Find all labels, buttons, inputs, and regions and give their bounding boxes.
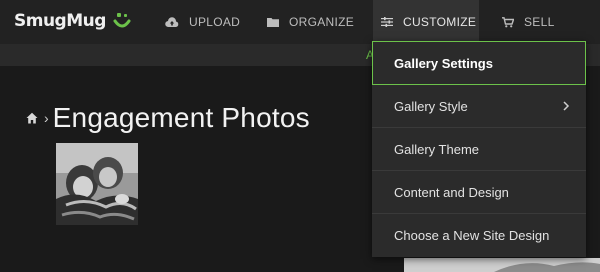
customize-dropdown-menu: Gallery Settings Gallery Style Gallery T… xyxy=(372,41,586,257)
menu-item-label: Content and Design xyxy=(394,184,509,200)
menu-item-label: Choose a New Site Design xyxy=(394,228,550,243)
nav-customize[interactable]: CUSTOMIZE xyxy=(373,0,479,44)
sliders-icon xyxy=(381,17,393,27)
menu-item-gallery-theme[interactable]: Gallery Theme xyxy=(372,128,586,171)
menu-item-gallery-settings[interactable]: Gallery Settings xyxy=(372,41,586,85)
nav-upload[interactable]: UPLOAD xyxy=(165,0,240,44)
chevron-right-icon xyxy=(563,101,570,111)
logo-text: SmugMug xyxy=(14,11,106,31)
partial-photo xyxy=(404,258,600,272)
menu-item-gallery-style[interactable]: Gallery Style xyxy=(372,85,586,128)
folder-icon xyxy=(267,18,279,27)
home-icon[interactable] xyxy=(26,112,38,124)
nav-organize-label: ORGANIZE xyxy=(289,15,355,29)
menu-item-choose-new-site-design[interactable]: Choose a New Site Design xyxy=(372,214,586,257)
nav-sell[interactable]: SELL xyxy=(502,0,555,44)
cloud-upload-icon xyxy=(165,16,179,27)
nav-sell-label: SELL xyxy=(524,15,555,29)
gallery-photo-partial[interactable] xyxy=(404,258,600,272)
nav-organize[interactable]: ORGANIZE xyxy=(267,0,354,44)
smugmug-logo[interactable]: SmugMug xyxy=(14,11,132,31)
menu-item-content-and-design[interactable]: Content and Design xyxy=(372,171,586,214)
menu-item-label: Gallery Settings xyxy=(394,55,493,71)
top-nav-bar: SmugMug UPLOAD ORGANIZE CUSTOMIZE SELL xyxy=(0,0,600,44)
breadcrumb: › Engagement Photos xyxy=(26,102,310,134)
page-title: Engagement Photos xyxy=(52,102,310,133)
nav-customize-label: CUSTOMIZE xyxy=(403,15,477,29)
menu-item-label: Gallery Style xyxy=(394,98,468,114)
breadcrumb-separator: › xyxy=(44,110,49,126)
menu-item-label: Gallery Theme xyxy=(394,141,480,157)
thumbnail-photo xyxy=(56,143,138,225)
smiley-logo-icon xyxy=(113,13,131,28)
nav-upload-label: UPLOAD xyxy=(189,15,241,29)
gallery-thumbnail[interactable] xyxy=(56,143,138,225)
cart-icon xyxy=(502,16,514,27)
